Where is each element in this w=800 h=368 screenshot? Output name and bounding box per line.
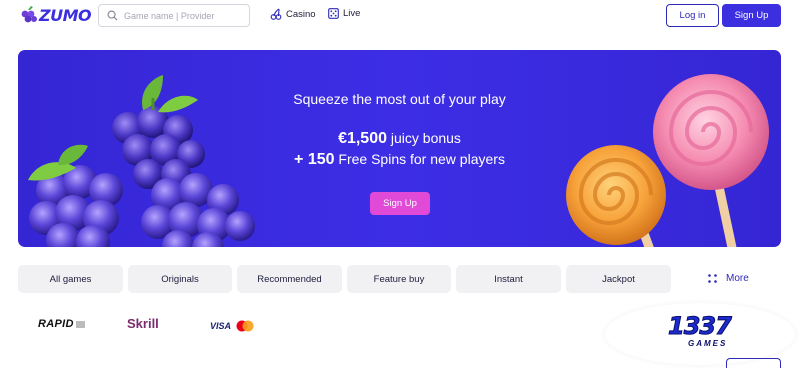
tab-originals[interactable]: Originals — [128, 265, 232, 293]
partial-button[interactable] — [726, 358, 781, 368]
games-word: GAMES — [688, 339, 728, 348]
banner-bonus: €1,500 juicy bonus + 150 Free Spins for … — [18, 128, 781, 170]
bonus-text: juicy bonus — [387, 130, 461, 146]
login-button[interactable]: Log in — [666, 4, 719, 27]
bonus-line: €1,500 juicy bonus — [18, 128, 781, 149]
rapid-mark — [75, 320, 85, 328]
banner-tagline: Squeeze the most out of your play — [293, 91, 506, 107]
logo-text: ZUMO — [39, 5, 92, 25]
more-button[interactable]: More — [708, 273, 749, 284]
skrill-logo: Skrill — [127, 316, 159, 331]
tab-instant[interactable]: Instant — [456, 265, 561, 293]
more-label: More — [726, 273, 749, 284]
rapid-logo: RAPID — [38, 318, 85, 330]
spins-text: Free Spins for new players — [334, 151, 505, 167]
zumo-logo[interactable]: ZUMO — [20, 4, 92, 26]
mastercard-icon — [236, 320, 254, 332]
nav-casino[interactable]: Casino — [270, 8, 316, 20]
signup-button[interactable]: Sign Up — [722, 4, 781, 27]
search-input[interactable] — [124, 10, 244, 21]
1337-games-logo: 1337 GAMES — [668, 312, 733, 349]
grid-dots-icon — [708, 274, 717, 283]
promo-banner[interactable]: Squeeze the most out of your play €1,500… — [18, 50, 781, 247]
visa-text: VISA — [210, 321, 232, 331]
games-number: 1337 — [668, 312, 733, 341]
tab-jackpot[interactable]: Jackpot — [566, 265, 671, 293]
tab-all-games[interactable]: All games — [18, 265, 123, 293]
nav-live[interactable]: Live — [328, 8, 360, 19]
cherries-icon — [270, 8, 282, 20]
nav-casino-label: Casino — [286, 8, 316, 20]
rapid-text: RAPID — [38, 318, 74, 330]
spins-line: + 150 Free Spins for new players — [18, 149, 781, 170]
banner-signup-button[interactable]: Sign Up — [370, 192, 430, 215]
search-icon — [107, 10, 118, 21]
dice-icon — [328, 8, 339, 19]
grape-icon — [21, 6, 37, 23]
tab-feature-buy[interactable]: Feature buy — [347, 265, 451, 293]
nav-live-label: Live — [343, 8, 361, 19]
visa-mastercard-logo: VISA — [210, 320, 255, 332]
spins-amount: + 150 — [294, 151, 335, 168]
search-box[interactable] — [98, 4, 250, 27]
bonus-amount: €1,500 — [338, 130, 387, 147]
header: ZUMO Casino Live Log in Sign Up — [0, 0, 800, 32]
tab-recommended[interactable]: Recommended — [237, 265, 342, 293]
